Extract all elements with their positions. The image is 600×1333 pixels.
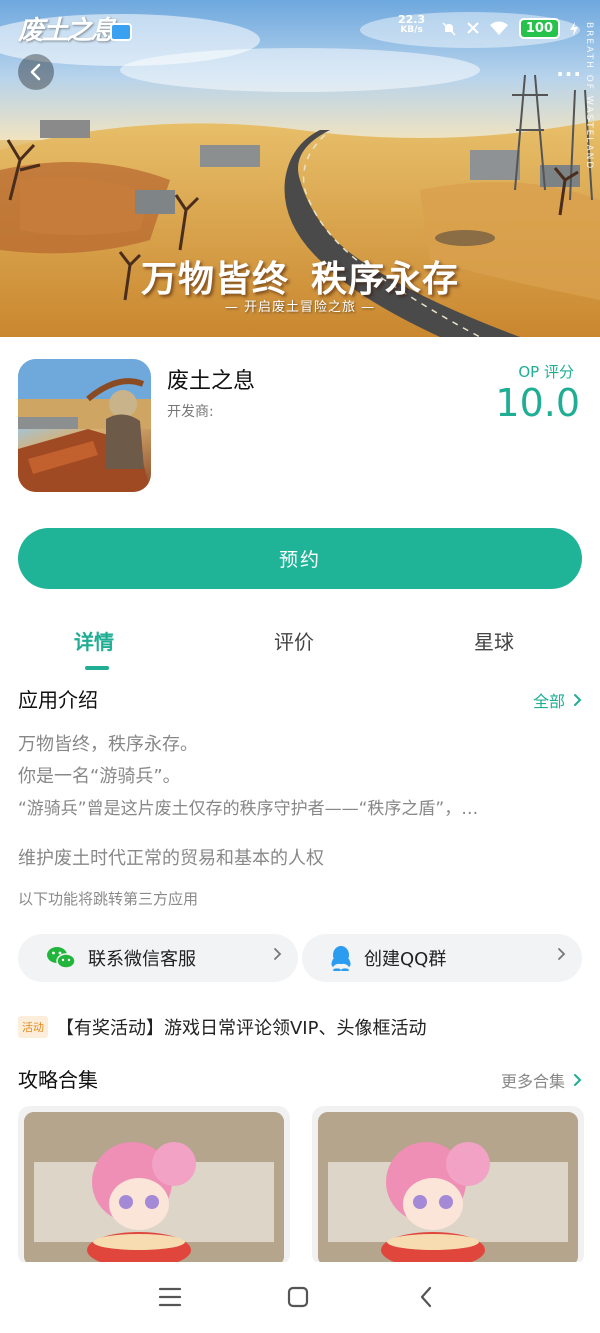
recent-apps-button[interactable] [158, 1286, 182, 1312]
more-dots-icon: ··· [556, 62, 582, 86]
hero-vertical-caption: BREATH OF WASTELAND [584, 22, 594, 171]
score-label: OP 评分 [518, 363, 574, 381]
chevron-right-icon [574, 694, 582, 706]
reserve-button[interactable]: 预约 [18, 528, 582, 589]
guides-more-link[interactable]: 更多合集 [501, 1068, 582, 1092]
chevron-right-icon [274, 948, 282, 960]
system-back-button[interactable] [418, 1286, 434, 1312]
promo-text: 【有奖活动】游戏日常评论领VIP、头像框活动 [56, 1018, 427, 1039]
wechat-service-button[interactable]: 联系微信客服 [18, 934, 298, 982]
message-badge-icon [110, 23, 133, 41]
mute-icon [442, 21, 456, 36]
promo-activity-row[interactable]: 活动 【有奖活动】游戏日常评论领VIP、头像框活动 [18, 1014, 426, 1040]
game-logo: 废土之息 [18, 10, 133, 47]
app-name: 废土之息 [167, 369, 256, 394]
tab-reviews[interactable]: 评价 [274, 626, 314, 655]
chevron-left-icon [30, 63, 41, 81]
hero-subslogan: — 开启废土冒险之旅 — [224, 300, 376, 315]
intro-line: 万物皆终，秩序永存。 [18, 734, 198, 755]
wifi-icon [489, 21, 508, 35]
app-icon-artwork [18, 359, 151, 492]
intro-line: 你是一名“游骑兵”。 [18, 766, 181, 787]
create-qq-group-button[interactable]: 创建QQ群 [302, 934, 582, 982]
chevron-right-icon [558, 948, 566, 960]
guide-illustration [24, 1112, 284, 1266]
tab-planet[interactable]: 星球 [474, 626, 514, 655]
menu-icon [158, 1287, 182, 1307]
charging-icon [570, 21, 578, 36]
home-button[interactable] [286, 1286, 310, 1312]
home-square-icon [287, 1286, 309, 1308]
guide-card-image [318, 1112, 578, 1266]
network-speed: 22.3 KB/s [398, 13, 426, 35]
chevron-right-icon [574, 1074, 582, 1086]
promo-tag: 活动 [18, 1016, 48, 1038]
status-bar: 废土之息 22.3 KB/s 100 [0, 0, 600, 50]
intro-title: 应用介绍 [18, 688, 98, 712]
third-party-hint: 以下功能将跳转第三方应用 [18, 890, 199, 908]
guide-illustration [318, 1112, 578, 1266]
intro-more-label: 全部 [532, 692, 565, 711]
developer-label: 开发商: [167, 404, 214, 420]
tab-active-indicator [85, 666, 109, 670]
back-button[interactable] [18, 54, 54, 90]
app-info-section: 废土之息 开发商: OP 评分 10.0 [0, 337, 600, 507]
intro-line: “游骑兵”曾是这片废土仅存的秩序守护者——“秩序之盾”，… [18, 799, 479, 819]
create-qq-group-label: 创建QQ群 [364, 949, 447, 970]
guides-more-label: 更多合集 [500, 1072, 565, 1091]
no-sim-icon [467, 21, 479, 34]
wechat-service-label: 联系微信客服 [88, 949, 196, 970]
status-icons: 100 [441, 18, 578, 39]
back-arrow-icon [420, 1286, 432, 1308]
app-icon [18, 359, 151, 492]
hero-slogan: 万物皆终 秩序永存 [140, 258, 460, 300]
battery-indicator: 100 [518, 18, 560, 39]
wechat-icon [47, 947, 76, 969]
guides-title: 攻略合集 [18, 1068, 98, 1092]
hero-banner: 废土之息 22.3 KB/s 100 ··· BREATH OF WASTELA… [0, 0, 600, 337]
tab-details[interactable]: 详情 [74, 626, 114, 655]
system-navigation-bar [0, 1262, 600, 1333]
score-value: 10.0 [495, 381, 580, 425]
more-options-button[interactable]: ··· [556, 62, 582, 86]
qq-icon [331, 946, 351, 971]
tab-bar: 详情 评价 星球 [0, 612, 600, 672]
intro-more-link[interactable]: 全部 [533, 688, 582, 712]
guide-card-image [24, 1112, 284, 1266]
guide-card[interactable] [18, 1106, 290, 1266]
guide-card[interactable] [312, 1106, 584, 1266]
intro-line: 维护废土时代正常的贸易和基本的人权 [18, 848, 324, 869]
